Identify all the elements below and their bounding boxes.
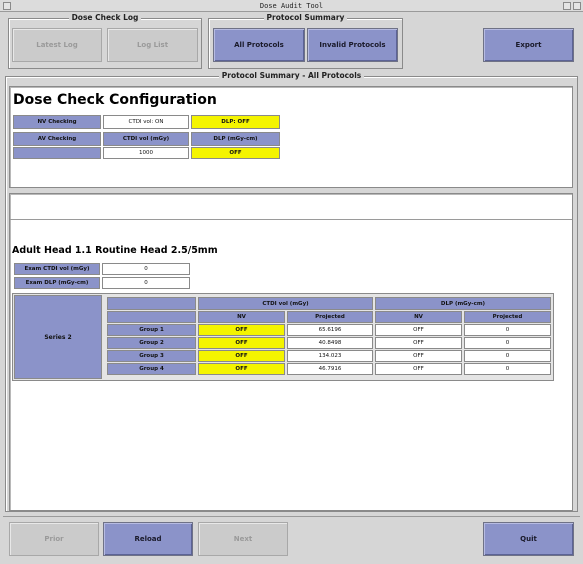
group-ctdi-projected: 65.6196 xyxy=(287,324,373,336)
group-ctdi-nv: OFF xyxy=(198,363,285,375)
latest-log-button[interactable]: Latest Log xyxy=(12,28,102,62)
group-row-label: Group 4 xyxy=(107,363,196,375)
group-ctdi-projected: 134.023 xyxy=(287,350,373,362)
group-dlp-nv: OFF xyxy=(375,350,462,362)
av-blank-cell xyxy=(13,147,101,159)
group-row-label: Group 3 xyxy=(107,350,196,362)
group-dlp-projected: 0 xyxy=(464,324,551,336)
av-dlp-value: OFF xyxy=(191,147,280,159)
group-ctdi-nv: OFF xyxy=(198,324,285,336)
prior-button[interactable]: Prior xyxy=(9,522,99,556)
group-row-label: Group 1 xyxy=(107,324,196,336)
series-label: Series 2 xyxy=(14,295,102,379)
exam-ctdi-label: Exam CTDI vol (mGy) xyxy=(14,263,100,275)
config-title: Dose Check Configuration xyxy=(13,92,217,108)
main-legend: Protocol Summary - All Protocols xyxy=(218,71,365,80)
quit-button[interactable]: Quit xyxy=(483,522,574,556)
next-button[interactable]: Next xyxy=(198,522,288,556)
dlp-nv-header: NV xyxy=(375,311,462,323)
group-row-label: Group 2 xyxy=(107,337,196,349)
maximize-icon[interactable] xyxy=(573,2,581,10)
ctdi-projected-header: Projected xyxy=(287,311,373,323)
exam-dlp-label: Exam DLP (mGy-cm) xyxy=(14,277,100,289)
group-ctdi-projected: 40.8498 xyxy=(287,337,373,349)
ctdi-nv-header: NV xyxy=(198,311,285,323)
av-ctdi-value: 1000 xyxy=(103,147,189,159)
nv-checking-label: NV Checking xyxy=(13,115,101,129)
title-bar: Dose Audit Tool xyxy=(0,0,583,12)
exam-ctdi-value: 0 xyxy=(102,263,190,275)
exam-dlp-value: 0 xyxy=(102,277,190,289)
dlp-header: DLP (mGy-cm) xyxy=(191,132,280,146)
subheader-blank xyxy=(107,311,196,323)
group-dlp-nv: OFF xyxy=(375,337,462,349)
group-dlp-projected: 0 xyxy=(464,337,551,349)
protocol-panel: Adult Head 1.1 Routine Head 2.5/5mm Exam… xyxy=(9,193,573,511)
series-dlp-header: DLP (mGy-cm) xyxy=(375,297,551,310)
group-ctdi-nv: OFF xyxy=(198,350,285,362)
protocol-summary-legend: Protocol Summary xyxy=(263,13,348,22)
group-ctdi-nv: OFF xyxy=(198,337,285,349)
series-ctdi-header: CTDI vol (mGy) xyxy=(198,297,373,310)
all-protocols-button[interactable]: All Protocols xyxy=(213,28,305,62)
dlp-projected-header: Projected xyxy=(464,311,551,323)
group-dlp-nv: OFF xyxy=(375,324,462,336)
av-checking-label: AV Checking xyxy=(13,132,101,146)
ctdi-header: CTDI vol (mGy) xyxy=(103,132,189,146)
dose-check-log-legend: Dose Check Log xyxy=(68,13,142,22)
protocol-name: Adult Head 1.1 Routine Head 2.5/5mm xyxy=(12,245,218,256)
group-header-blank xyxy=(107,297,196,310)
log-list-button[interactable]: Log List xyxy=(107,28,198,62)
group-dlp-nv: OFF xyxy=(375,363,462,375)
config-panel: Dose Check Configuration NV Checking CTD… xyxy=(9,86,573,188)
group-dlp-projected: 0 xyxy=(464,350,551,362)
nv-ctdi-value: CTDI vol: ON xyxy=(103,115,189,129)
nv-dlp-value: DLP: OFF xyxy=(191,115,280,129)
invalid-protocols-button[interactable]: Invalid Protocols xyxy=(307,28,398,62)
window-title: Dose Audit Tool xyxy=(259,2,324,10)
divider xyxy=(10,219,572,220)
group-ctdi-projected: 46.7916 xyxy=(287,363,373,375)
reload-button[interactable]: Reload xyxy=(103,522,193,556)
group-dlp-projected: 0 xyxy=(464,363,551,375)
export-button[interactable]: Export xyxy=(483,28,574,62)
minimize-icon[interactable] xyxy=(563,2,571,10)
